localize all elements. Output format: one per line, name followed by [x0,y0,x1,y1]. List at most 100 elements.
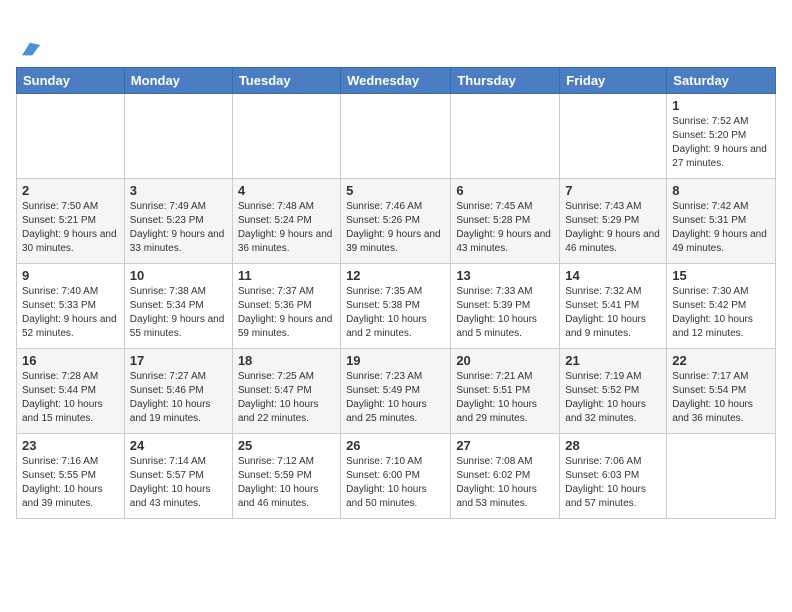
day-number: 11 [238,268,335,283]
day-number: 4 [238,183,335,198]
day-number: 15 [672,268,770,283]
day-info: Sunrise: 7:14 AM Sunset: 5:57 PM Dayligh… [130,455,227,511]
day-info: Sunrise: 7:48 AM Sunset: 5:24 PM Dayligh… [238,200,335,256]
day-info: Sunrise: 7:38 AM Sunset: 5:34 PM Dayligh… [130,285,227,341]
weekday-header-thursday: Thursday [451,67,560,93]
calendar-cell: 15 Sunrise: 7:30 AM Sunset: 5:42 PM Dayli… [667,263,776,348]
calendar-cell: 11 Sunrise: 7:37 AM Sunset: 5:36 PM Dayli… [232,263,340,348]
calendar-cell: 10 Sunrise: 7:38 AM Sunset: 5:34 PM Dayli… [124,263,232,348]
day-info: Sunrise: 7:21 AM Sunset: 5:51 PM Dayligh… [456,370,554,426]
calendar-cell [560,93,667,178]
calendar-cell: 23Sunrise: 7:16 AM Sunset: 5:55 PM Dayli… [17,433,125,518]
day-number: 20 [456,353,554,368]
day-number: 24 [130,438,227,453]
calendar-cell [341,93,451,178]
day-info: Sunrise: 7:35 AM Sunset: 5:38 PM Dayligh… [346,285,445,341]
day-info: Sunrise: 7:30 AM Sunset: 5:42 PM Dayligh… [672,285,770,341]
calendar-cell: 1 Sunrise: 7:52 AM Sunset: 5:20 PM Daylig… [667,93,776,178]
day-number: 9 [22,268,119,283]
calendar-cell: 21Sunrise: 7:19 AM Sunset: 5:52 PM Dayli… [560,348,667,433]
calendar-week-row: 2 Sunrise: 7:50 AM Sunset: 5:21 PM Daylig… [17,178,776,263]
weekday-header-wednesday: Wednesday [341,67,451,93]
day-number: 19 [346,353,445,368]
weekday-header-monday: Monday [124,67,232,93]
calendar-week-row: 16 Sunrise: 7:28 AM Sunset: 5:44 PM Dayli… [17,348,776,433]
calendar-cell: 13 Sunrise: 7:33 AM Sunset: 5:39 PM Dayli… [451,263,560,348]
calendar-cell [451,93,560,178]
weekday-header-tuesday: Tuesday [232,67,340,93]
day-info: Sunrise: 7:52 AM Sunset: 5:20 PM Dayligh… [672,115,770,171]
day-number: 2 [22,183,119,198]
calendar-cell: 9 Sunrise: 7:40 AM Sunset: 5:33 PM Daylig… [17,263,125,348]
calendar-cell: 14 Sunrise: 7:32 AM Sunset: 5:41 PM Dayli… [560,263,667,348]
calendar-cell: 5 Sunrise: 7:46 AM Sunset: 5:26 PM Daylig… [341,178,451,263]
day-number: 14 [565,268,661,283]
day-number: 10 [130,268,227,283]
day-info: Sunrise: 7:23 AM Sunset: 5:49 PM Dayligh… [346,370,445,426]
day-info: Sunrise: 7:43 AM Sunset: 5:29 PM Dayligh… [565,200,661,256]
calendar-cell: 3 Sunrise: 7:49 AM Sunset: 5:23 PM Daylig… [124,178,232,263]
day-info: Sunrise: 7:40 AM Sunset: 5:33 PM Dayligh… [22,285,119,341]
calendar-cell: 17 Sunrise: 7:27 AM Sunset: 5:46 PM Dayli… [124,348,232,433]
day-number: 18 [238,353,335,368]
logo-text [16,16,44,59]
calendar-cell: 19 Sunrise: 7:23 AM Sunset: 5:49 PM Dayli… [341,348,451,433]
calendar-cell: 7Sunrise: 7:43 AM Sunset: 5:29 PM Daylig… [560,178,667,263]
day-info: Sunrise: 7:08 AM Sunset: 6:02 PM Dayligh… [456,455,554,511]
calendar-cell: 28 Sunrise: 7:06 AM Sunset: 6:03 PM Dayli… [560,433,667,518]
calendar-cell: 8Sunrise: 7:42 AM Sunset: 5:31 PM Daylig… [667,178,776,263]
calendar-cell: 24 Sunrise: 7:14 AM Sunset: 5:57 PM Dayli… [124,433,232,518]
day-info: Sunrise: 7:06 AM Sunset: 6:03 PM Dayligh… [565,455,661,511]
day-number: 16 [22,353,119,368]
day-number: 5 [346,183,445,198]
calendar-cell [667,433,776,518]
calendar-week-row: 9 Sunrise: 7:40 AM Sunset: 5:33 PM Daylig… [17,263,776,348]
calendar-week-row: 23Sunrise: 7:16 AM Sunset: 5:55 PM Dayli… [17,433,776,518]
day-number: 23 [22,438,119,453]
day-number: 13 [456,268,554,283]
calendar-cell [17,93,125,178]
day-info: Sunrise: 7:12 AM Sunset: 5:59 PM Dayligh… [238,455,335,511]
day-number: 21 [565,353,661,368]
day-number: 6 [456,183,554,198]
day-info: Sunrise: 7:28 AM Sunset: 5:44 PM Dayligh… [22,370,119,426]
calendar-cell: 26Sunrise: 7:10 AM Sunset: 6:00 PM Dayli… [341,433,451,518]
day-info: Sunrise: 7:32 AM Sunset: 5:41 PM Dayligh… [565,285,661,341]
weekday-header-friday: Friday [560,67,667,93]
day-info: Sunrise: 7:25 AM Sunset: 5:47 PM Dayligh… [238,370,335,426]
day-number: 28 [565,438,661,453]
day-number: 25 [238,438,335,453]
calendar-cell: 27Sunrise: 7:08 AM Sunset: 6:02 PM Dayli… [451,433,560,518]
day-number: 1 [672,98,770,113]
calendar-cell: 18 Sunrise: 7:25 AM Sunset: 5:47 PM Dayli… [232,348,340,433]
calendar-cell: 25 Sunrise: 7:12 AM Sunset: 5:59 PM Dayli… [232,433,340,518]
day-number: 17 [130,353,227,368]
day-info: Sunrise: 7:37 AM Sunset: 5:36 PM Dayligh… [238,285,335,341]
weekday-header-sunday: Sunday [17,67,125,93]
calendar-table: SundayMondayTuesdayWednesdayThursdayFrid… [16,67,776,519]
calendar-week-row: 1 Sunrise: 7:52 AM Sunset: 5:20 PM Daylig… [17,93,776,178]
calendar-header-row: SundayMondayTuesdayWednesdayThursdayFrid… [17,67,776,93]
day-number: 22 [672,353,770,368]
day-info: Sunrise: 7:49 AM Sunset: 5:23 PM Dayligh… [130,200,227,256]
calendar-cell: 12Sunrise: 7:35 AM Sunset: 5:38 PM Dayli… [341,263,451,348]
day-info: Sunrise: 7:42 AM Sunset: 5:31 PM Dayligh… [672,200,770,256]
calendar-cell: 4 Sunrise: 7:48 AM Sunset: 5:24 PM Daylig… [232,178,340,263]
day-number: 26 [346,438,445,453]
day-info: Sunrise: 7:27 AM Sunset: 5:46 PM Dayligh… [130,370,227,426]
calendar-cell [232,93,340,178]
calendar-cell [124,93,232,178]
calendar-cell: 22Sunrise: 7:17 AM Sunset: 5:54 PM Dayli… [667,348,776,433]
day-info: Sunrise: 7:33 AM Sunset: 5:39 PM Dayligh… [456,285,554,341]
calendar-cell: 2 Sunrise: 7:50 AM Sunset: 5:21 PM Daylig… [17,178,125,263]
day-info: Sunrise: 7:45 AM Sunset: 5:28 PM Dayligh… [456,200,554,256]
day-number: 3 [130,183,227,198]
day-info: Sunrise: 7:50 AM Sunset: 5:21 PM Dayligh… [22,200,119,256]
day-info: Sunrise: 7:46 AM Sunset: 5:26 PM Dayligh… [346,200,445,256]
page-header [16,16,776,59]
weekday-header-saturday: Saturday [667,67,776,93]
calendar-cell: 16 Sunrise: 7:28 AM Sunset: 5:44 PM Dayli… [17,348,125,433]
calendar-cell: 20 Sunrise: 7:21 AM Sunset: 5:51 PM Dayli… [451,348,560,433]
calendar-cell: 6 Sunrise: 7:45 AM Sunset: 5:28 PM Daylig… [451,178,560,263]
logo [16,16,44,59]
